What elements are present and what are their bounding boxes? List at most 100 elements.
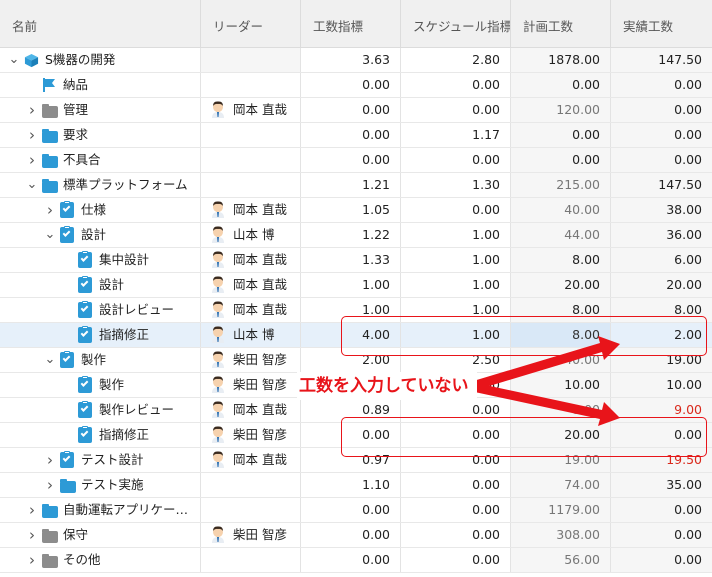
cell-leader[interactable]: 柴田 智彦 bbox=[201, 373, 301, 397]
column-header-planned[interactable]: 計画工数 bbox=[511, 0, 611, 48]
column-header-leader[interactable]: リーダー bbox=[201, 0, 301, 48]
cell-name[interactable]: 製作 bbox=[0, 373, 201, 397]
cell-actual[interactable]: 36.00 bbox=[611, 223, 712, 247]
chevron-right-icon[interactable]: › bbox=[26, 548, 38, 572]
cell-leader[interactable]: 岡本 直哉 bbox=[201, 98, 301, 122]
cell-leader[interactable]: 岡本 直哉 bbox=[201, 198, 301, 222]
cell-planned[interactable]: 0.00 bbox=[511, 148, 611, 172]
cell-leader[interactable]: 岡本 直哉 bbox=[201, 273, 301, 297]
cell-leader[interactable] bbox=[201, 48, 301, 72]
cell-leader[interactable] bbox=[201, 148, 301, 172]
chevron-right-icon[interactable]: › bbox=[44, 473, 56, 497]
chevron-right-icon[interactable]: › bbox=[26, 498, 38, 522]
cell-actual[interactable]: 35.00 bbox=[611, 473, 712, 497]
table-row[interactable]: ⌄ 設計 山本 博 1.22 1.00 44.00 36.00 bbox=[0, 223, 712, 248]
cell-leader[interactable] bbox=[201, 548, 301, 572]
cell-planned[interactable]: 8.00 bbox=[511, 248, 611, 272]
table-row[interactable]: 設計 岡本 直哉 1.00 1.00 20.00 20.00 bbox=[0, 273, 712, 298]
table-row[interactable]: › 要求 0.00 1.17 0.00 0.00 bbox=[0, 123, 712, 148]
cell-planned[interactable]: 74.00 bbox=[511, 473, 611, 497]
cell-planned[interactable]: 56.00 bbox=[511, 548, 611, 572]
table-row[interactable]: › テスト実施 1.10 0.00 74.00 35.00 bbox=[0, 473, 712, 498]
cell-name[interactable]: ⌄ S機器の開発 bbox=[0, 48, 201, 72]
column-header-kosu-index[interactable]: 工数指標 bbox=[301, 0, 401, 48]
column-header-name[interactable]: 名前 bbox=[0, 0, 201, 48]
chevron-right-icon[interactable]: › bbox=[26, 123, 38, 147]
cell-name[interactable]: › その他 bbox=[0, 548, 201, 572]
cell-actual[interactable]: 38.00 bbox=[611, 198, 712, 222]
cell-leader[interactable] bbox=[201, 498, 301, 522]
chevron-down-icon[interactable]: ⌄ bbox=[26, 173, 38, 197]
cell-name[interactable]: › 仕様 bbox=[0, 198, 201, 222]
cell-actual[interactable]: 10.00 bbox=[611, 373, 712, 397]
cell-name[interactable]: › テスト実施 bbox=[0, 473, 201, 497]
cell-planned[interactable]: 0.00 bbox=[511, 73, 611, 97]
chevron-right-icon[interactable]: › bbox=[26, 148, 38, 172]
cell-planned[interactable]: 40.00 bbox=[511, 198, 611, 222]
cell-name[interactable]: 製作レビュー bbox=[0, 398, 201, 422]
cell-name[interactable]: 設計レビュー bbox=[0, 298, 201, 322]
cell-leader[interactable]: 山本 博 bbox=[201, 323, 301, 347]
chevron-right-icon[interactable]: › bbox=[26, 98, 38, 122]
chevron-down-icon[interactable]: ⌄ bbox=[8, 48, 20, 72]
cell-planned[interactable]: 1179.00 bbox=[511, 498, 611, 522]
cell-name[interactable]: › 保守 bbox=[0, 523, 201, 547]
cell-leader[interactable]: 岡本 直哉 bbox=[201, 248, 301, 272]
cell-actual[interactable]: 0.00 bbox=[611, 548, 712, 572]
table-row[interactable]: › 管理 岡本 直哉 0.00 0.00 120.00 0.00 bbox=[0, 98, 712, 123]
chevron-right-icon[interactable]: › bbox=[26, 523, 38, 547]
table-row[interactable]: ⌄ 標準プラットフォーム 1.21 1.30 215.00 147.50 bbox=[0, 173, 712, 198]
cell-actual[interactable]: 0.00 bbox=[611, 498, 712, 522]
cell-planned[interactable]: 215.00 bbox=[511, 173, 611, 197]
cell-actual[interactable]: 0.00 bbox=[611, 148, 712, 172]
cell-actual[interactable]: 0.00 bbox=[611, 73, 712, 97]
cell-leader[interactable]: 山本 博 bbox=[201, 223, 301, 247]
cell-planned[interactable]: 1878.00 bbox=[511, 48, 611, 72]
cell-name[interactable]: › 管理 bbox=[0, 98, 201, 122]
cell-planned[interactable]: 0.00 bbox=[511, 123, 611, 147]
cell-leader[interactable] bbox=[201, 173, 301, 197]
cell-planned[interactable]: 44.00 bbox=[511, 223, 611, 247]
cell-leader[interactable]: 柴田 智彦 bbox=[201, 523, 301, 547]
cell-name[interactable]: 指摘修正 bbox=[0, 323, 201, 347]
cell-name[interactable]: › 要求 bbox=[0, 123, 201, 147]
cell-actual[interactable]: 6.00 bbox=[611, 248, 712, 272]
cell-name[interactable]: › 不具合 bbox=[0, 148, 201, 172]
table-row[interactable]: › 不具合 0.00 0.00 0.00 0.00 bbox=[0, 148, 712, 173]
cell-name[interactable]: ⌄ 設計 bbox=[0, 223, 201, 247]
cell-actual[interactable]: 20.00 bbox=[611, 273, 712, 297]
cell-actual[interactable]: 147.50 bbox=[611, 48, 712, 72]
chevron-down-icon[interactable]: ⌄ bbox=[44, 223, 56, 247]
column-header-schedule-index[interactable]: スケジュール指標 bbox=[401, 0, 511, 48]
cell-name[interactable]: ⌄ 製作 bbox=[0, 348, 201, 372]
cell-name[interactable]: ⌄ 標準プラットフォーム bbox=[0, 173, 201, 197]
chevron-right-icon[interactable]: › bbox=[44, 198, 56, 222]
column-header-actual[interactable]: 実績工数 bbox=[611, 0, 712, 48]
table-row[interactable]: › その他 0.00 0.00 56.00 0.00 bbox=[0, 548, 712, 573]
chevron-down-icon[interactable]: ⌄ bbox=[44, 348, 56, 372]
table-row[interactable]: 集中設計 岡本 直哉 1.33 1.00 8.00 6.00 bbox=[0, 248, 712, 273]
cell-name[interactable]: 集中設計 bbox=[0, 248, 201, 272]
table-row[interactable]: › 保守 柴田 智彦 0.00 0.00 308.00 0.00 bbox=[0, 523, 712, 548]
cell-leader[interactable]: 柴田 智彦 bbox=[201, 348, 301, 372]
cell-name[interactable]: 設計 bbox=[0, 273, 201, 297]
cell-actual[interactable]: 0.00 bbox=[611, 523, 712, 547]
cell-actual[interactable]: 147.50 bbox=[611, 173, 712, 197]
cell-leader[interactable] bbox=[201, 123, 301, 147]
table-row[interactable]: ⌄ S機器の開発 3.63 2.80 1878.00 147.50 bbox=[0, 48, 712, 73]
table-row[interactable]: › 仕様 岡本 直哉 1.05 0.00 40.00 38.00 bbox=[0, 198, 712, 223]
cell-planned[interactable]: 20.00 bbox=[511, 273, 611, 297]
cell-name[interactable]: › テスト設計 bbox=[0, 448, 201, 472]
cell-name[interactable]: 納品 bbox=[0, 73, 201, 97]
cell-leader[interactable]: 柴田 智彦 bbox=[201, 423, 301, 447]
cell-planned[interactable]: 10.00 bbox=[511, 373, 611, 397]
cell-leader[interactable]: 岡本 直哉 bbox=[201, 398, 301, 422]
cell-leader[interactable]: 岡本 直哉 bbox=[201, 298, 301, 322]
cell-leader[interactable] bbox=[201, 73, 301, 97]
cell-leader[interactable] bbox=[201, 473, 301, 497]
cell-name[interactable]: 指摘修正 bbox=[0, 423, 201, 447]
chevron-right-icon[interactable]: › bbox=[44, 448, 56, 472]
table-row[interactable]: 納品 0.00 0.00 0.00 0.00 bbox=[0, 73, 712, 98]
cell-planned[interactable]: 120.00 bbox=[511, 98, 611, 122]
table-row[interactable]: › 自動運転アプリケー… 0.00 0.00 1179.00 0.00 bbox=[0, 498, 712, 523]
